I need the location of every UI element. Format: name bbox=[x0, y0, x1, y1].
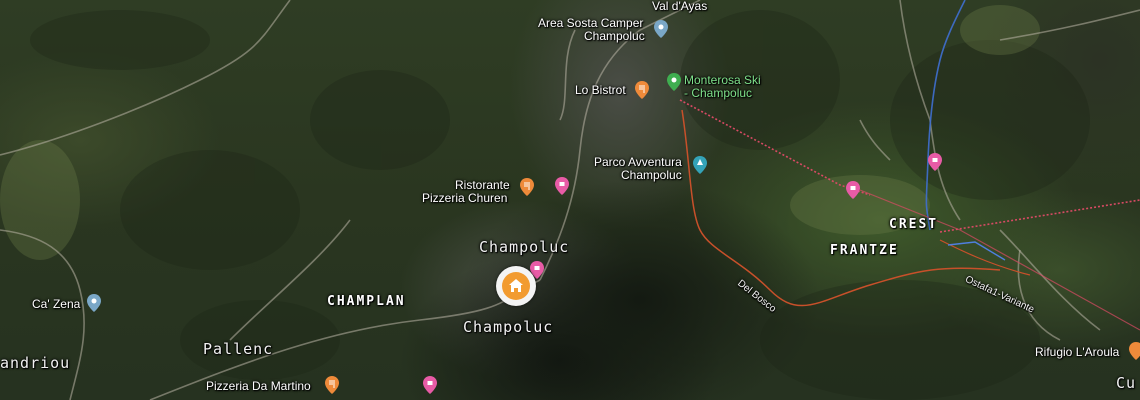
shop-pin-crest-upper[interactable] bbox=[928, 153, 942, 176]
shop-pin-churen[interactable] bbox=[555, 177, 569, 200]
label-monterosa-line2: - Champoluc bbox=[684, 86, 753, 100]
restaurant-pin-da-martino[interactable] bbox=[325, 376, 339, 399]
shopping-icon bbox=[555, 177, 569, 195]
restaurant-icon bbox=[520, 178, 534, 196]
map-view[interactable]: Val d'Ayas Area Sosta Camper Champoluc L… bbox=[0, 0, 1140, 400]
restaurant-icon bbox=[1129, 342, 1140, 360]
map-roads-layer bbox=[0, 0, 1140, 400]
label-cu: Cu bbox=[1116, 374, 1137, 392]
home-marker[interactable] bbox=[496, 266, 536, 306]
shopping-icon bbox=[423, 376, 437, 394]
label-champlan: CHAMPLAN bbox=[327, 294, 406, 309]
label-val-dayas: Val d'Ayas bbox=[652, 0, 708, 13]
place-pin-area-sosta[interactable] bbox=[654, 20, 668, 43]
shop-pin-crest-lower[interactable] bbox=[846, 181, 860, 204]
label-ristorante-line2: Pizzeria Churen bbox=[422, 191, 508, 205]
restaurant-pin-rifugio[interactable] bbox=[1129, 342, 1140, 365]
label-andriou: andriou bbox=[0, 354, 71, 372]
label-champoluc-lower: Champoluc bbox=[463, 318, 554, 336]
label-area-sosta-line2: Champoluc bbox=[584, 29, 645, 43]
shopping-icon bbox=[928, 153, 942, 171]
shop-pin-south[interactable] bbox=[423, 376, 437, 399]
park-icon bbox=[693, 156, 707, 174]
shopping-icon bbox=[846, 181, 860, 199]
park-pin-parco-avventura[interactable] bbox=[693, 156, 707, 179]
label-rifugio: Rifugio L'Aroula bbox=[1035, 345, 1120, 359]
ski-icon bbox=[667, 73, 681, 91]
label-crest: CREST bbox=[889, 217, 939, 232]
home-icon bbox=[509, 279, 523, 292]
label-pizzeria-da-martino: Pizzeria Da Martino bbox=[206, 379, 311, 393]
label-ca-zena: Ca' Zena bbox=[32, 297, 81, 311]
label-pallenc: Pallenc bbox=[203, 340, 274, 358]
label-champoluc-upper: Champoluc bbox=[479, 238, 570, 256]
label-frantze: FRANTZE bbox=[830, 243, 899, 258]
restaurant-pin-churen[interactable] bbox=[520, 178, 534, 201]
place-icon bbox=[87, 294, 101, 312]
place-icon bbox=[654, 20, 668, 38]
label-parco-line2: Champoluc bbox=[621, 168, 682, 182]
restaurant-icon bbox=[325, 376, 339, 394]
ski-pin-monterosa[interactable] bbox=[667, 73, 681, 96]
restaurant-icon bbox=[635, 81, 649, 99]
restaurant-pin-lo-bistrot[interactable] bbox=[635, 81, 649, 104]
label-lo-bistrot: Lo Bistrot bbox=[575, 83, 626, 97]
place-pin-ca-zena[interactable] bbox=[87, 294, 101, 317]
